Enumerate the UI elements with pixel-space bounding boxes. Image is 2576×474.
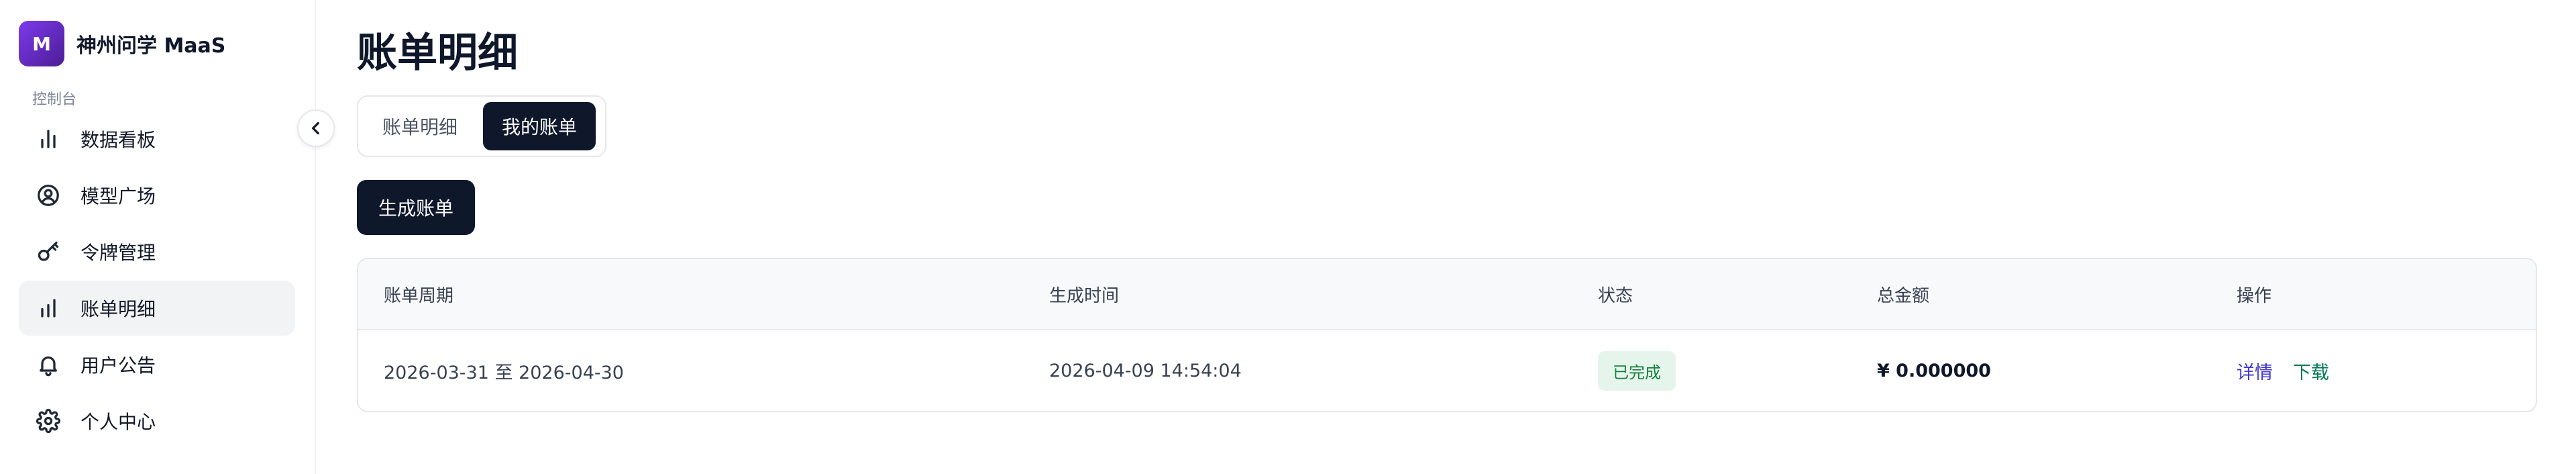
sidebar-nav: 数据看板 模型广场 令牌管理 账单明细 用户公告 个人中心 [19,111,295,450]
tab-bill-details[interactable]: 账单明细 [364,102,476,150]
detail-link[interactable]: 详情 [2237,358,2273,384]
sidebar-item-dashboard[interactable]: 数据看板 [19,111,295,167]
tab-my-bills[interactable]: 我的账单 [483,102,596,150]
key-icon [35,238,62,265]
cell-period: 2026-03-31 至 2026-04-30 [384,362,624,383]
download-link[interactable]: 下载 [2293,358,2329,384]
sidebar-item-tokens[interactable]: 令牌管理 [19,224,295,279]
status-badge: 已完成 [1598,350,1676,391]
sidebar-item-models[interactable]: 模型广场 [19,168,295,223]
bills-table: 账单周期 生成时间 状态 总金额 操作 2026-03-31 至 2026-04… [357,258,2537,412]
sidebar-item-label: 个人中心 [80,411,156,433]
sidebar-collapse-button[interactable] [297,109,335,147]
cell-created: 2026-04-09 14:54:04 [1049,360,1242,381]
column-header-amount: 总金额 [1877,285,1930,306]
table-row: 2026-03-31 至 2026-04-30 2026-04-09 14:54… [358,330,2536,411]
sidebar-item-label: 数据看板 [80,129,156,151]
user-circle-icon [35,182,62,209]
sidebar-item-label: 令牌管理 [80,242,156,264]
tab-bar: 账单明细 我的账单 [357,95,606,157]
gear-icon [35,408,62,434]
cell-amount: ¥ 0.000000 [1877,360,1991,381]
column-header-status: 状态 [1598,285,1633,306]
sidebar-item-billing[interactable]: 账单明细 [19,281,295,336]
bell-icon [35,351,62,378]
app-root: M 神州问学 MaaS 控制台 数据看板 模型广场 令牌管理 账单明细 用户公告… [0,0,2576,474]
table-header: 账单周期 生成时间 状态 总金额 操作 [358,259,2536,330]
sidebar-item-announcements[interactable]: 用户公告 [19,337,295,392]
column-header-created: 生成时间 [1049,285,1120,306]
chevron-left-icon [312,122,319,135]
sidebar-item-profile[interactable]: 个人中心 [19,393,295,448]
column-header-actions: 操作 [2237,285,2272,306]
section-label: 控制台 [32,91,77,108]
cell-actions: 详情 下载 [2237,330,2329,411]
bar-chart-icon [35,295,62,322]
brand-logo: M [19,21,64,66]
generate-bill-button[interactable]: 生成账单 [357,180,475,235]
sidebar: M 神州问学 MaaS 控制台 数据看板 模型广场 令牌管理 账单明细 用户公告… [0,0,316,474]
page-title: 账单明细 [357,30,518,77]
column-header-period: 账单周期 [384,285,454,306]
sidebar-item-label: 账单明细 [80,298,156,320]
brand-name: 神州问学 MaaS [76,34,226,58]
sidebar-item-label: 用户公告 [80,354,156,377]
sidebar-item-label: 模型广场 [80,185,156,207]
brand[interactable]: M 神州问学 MaaS [19,21,225,66]
bar-chart-icon [35,126,62,152]
cell-status: 已完成 [1598,330,1676,411]
